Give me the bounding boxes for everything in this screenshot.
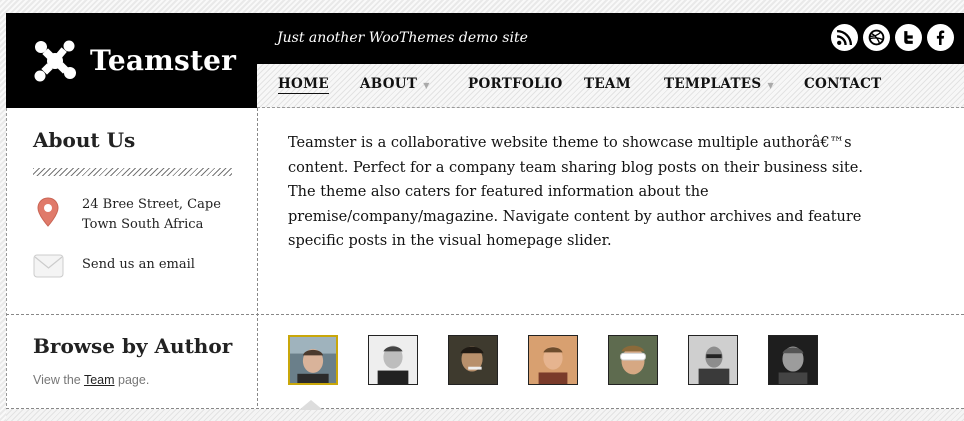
team-link[interactable]: Team xyxy=(84,373,115,387)
email-icon[interactable] xyxy=(33,252,64,279)
site-tagline: Just another WooThemes demo site xyxy=(277,30,528,46)
chevron-down-icon: ▼ xyxy=(423,79,430,90)
nav-item-portfolio[interactable]: PORTFOLIO xyxy=(468,76,563,92)
selected-author-pointer xyxy=(299,400,323,410)
main-nav: HOME ABOUT ▼ PORTFOLIO TEAM TEMPLATES ▼ CO… xyxy=(257,64,964,108)
nav-item-templates[interactable]: TEMPLATES ▼ xyxy=(664,76,774,92)
site-name: Teamster xyxy=(90,44,237,77)
dribbble-icon[interactable] xyxy=(863,24,890,51)
logo-mark-icon xyxy=(34,40,76,81)
author-list xyxy=(288,335,818,385)
author-avatar[interactable] xyxy=(448,335,498,385)
rss-icon[interactable] xyxy=(831,24,858,51)
location-pin-icon xyxy=(37,197,59,227)
section-divider xyxy=(6,314,964,315)
author-avatar[interactable] xyxy=(608,335,658,385)
nav-item-about-label: ABOUT xyxy=(360,76,418,92)
header-bar: Just another WooThemes demo site xyxy=(257,13,964,64)
chevron-down-icon: ▼ xyxy=(767,79,774,90)
author-avatar[interactable] xyxy=(368,335,418,385)
email-link[interactable]: Send us an email xyxy=(82,257,195,272)
social-links xyxy=(831,24,954,51)
address-text: 24 Bree Street, Cape Town South Africa xyxy=(82,197,221,232)
nav-item-about[interactable]: ABOUT ▼ xyxy=(360,76,430,92)
nav-item-templates-label: TEMPLATES xyxy=(664,76,762,92)
browse-prefix: View the xyxy=(33,373,84,387)
facebook-icon[interactable] xyxy=(927,24,954,51)
nav-item-home[interactable]: HOME xyxy=(278,76,329,94)
browse-heading: Browse by Author xyxy=(33,334,233,358)
browse-description: View the Team page. xyxy=(33,373,149,387)
browse-suffix: page. xyxy=(114,373,150,387)
about-heading: About Us xyxy=(33,128,136,152)
author-avatar[interactable] xyxy=(768,335,818,385)
site-logo[interactable]: Teamster xyxy=(6,13,257,108)
intro-paragraph: Teamster is a collaborative website them… xyxy=(288,135,863,249)
twitter-icon[interactable] xyxy=(895,24,922,51)
nav-item-team[interactable]: TEAM xyxy=(584,76,631,92)
column-divider xyxy=(257,108,258,421)
heading-underline xyxy=(33,168,232,176)
author-avatar[interactable] xyxy=(528,335,578,385)
nav-item-contact[interactable]: CONTACT xyxy=(804,76,882,92)
author-avatar[interactable] xyxy=(288,335,338,385)
footer-pattern xyxy=(6,409,964,421)
author-avatar[interactable] xyxy=(688,335,738,385)
